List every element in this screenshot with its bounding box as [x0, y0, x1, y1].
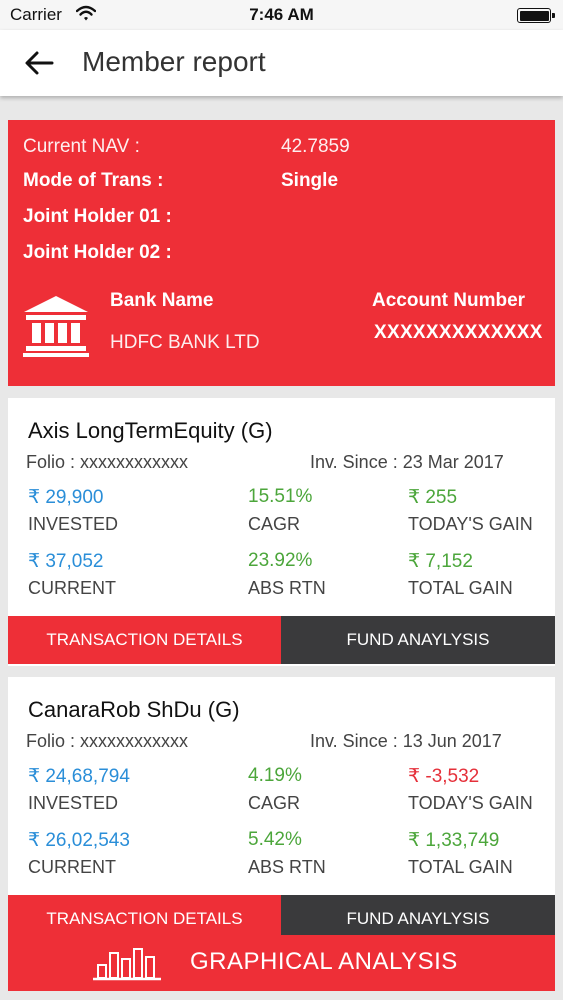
fund-analysis-button[interactable]: FUND ANAYLYSIS — [281, 616, 555, 664]
transaction-details-button[interactable]: TRANSACTION DETAILS — [8, 895, 281, 935]
abs-return-label: ABS RTN — [248, 857, 326, 877]
todays-gain-label: TODAY'S GAIN — [408, 514, 533, 534]
bar-chart-icon — [93, 948, 161, 981]
current-value: ₹ 26,02,543 — [28, 830, 130, 851]
transaction-details-button[interactable]: TRANSACTION DETAILS — [8, 616, 281, 664]
joint-holder-1-label: Joint Holder 01 : — [23, 206, 172, 227]
bank-icon — [23, 296, 89, 357]
member-summary-card: Current NAV : 42.7859 Mode of Trans : Si… — [8, 120, 555, 386]
abs-return-value: 23.92% — [248, 550, 313, 571]
cagr-label: CAGR — [248, 514, 301, 534]
graphical-analysis-button[interactable]: GRAPHICAL ANALYSIS — [8, 935, 555, 991]
fund-card: Axis LongTermEquity (G) Folio : xxxxxxxx… — [8, 398, 555, 666]
bank-name-label: Bank Name — [110, 290, 214, 311]
fund-analysis-button[interactable]: FUND ANAYLYSIS — [281, 895, 555, 935]
invested-label: INVESTED — [28, 514, 119, 534]
current-label: CURRENT — [28, 857, 116, 877]
fund-name: Axis LongTermEquity (G) — [28, 418, 273, 443]
folio-number: Folio : xxxxxxxxxxxx — [26, 452, 189, 472]
invested-label: INVESTED — [28, 793, 119, 813]
clock: 7:46 AM — [249, 5, 314, 24]
current-label: CURRENT — [28, 578, 116, 598]
graphical-analysis-label: GRAPHICAL ANALYSIS — [190, 948, 458, 975]
total-gain-label: TOTAL GAIN — [408, 578, 513, 598]
total-gain-label: TOTAL GAIN — [408, 857, 513, 877]
abs-return-label: ABS RTN — [248, 578, 326, 598]
todays-gain-value: ₹ -3,532 — [408, 766, 480, 787]
status-bar: Carrier 7:46 AM — [0, 0, 563, 30]
joint-holder-2-label: Joint Holder 02 : — [23, 242, 172, 263]
page-title: Member report — [82, 46, 266, 77]
cagr-value: 15.51% — [248, 486, 313, 507]
fund-card-actions: TRANSACTION DETAILS FUND ANAYLYSIS — [8, 895, 555, 935]
current-value: ₹ 37,052 — [28, 551, 104, 572]
invested-value: ₹ 24,68,794 — [28, 766, 130, 787]
bank-name-value: HDFC BANK LTD — [110, 332, 260, 353]
todays-gain-value: ₹ 255 — [408, 487, 458, 508]
nav-value: 42.7859 — [281, 136, 350, 157]
mode-label: Mode of Trans : — [23, 170, 164, 191]
total-gain-value: ₹ 7,152 — [408, 551, 473, 572]
investment-since: Inv. Since : 23 Mar 2017 — [310, 452, 504, 472]
todays-gain-label: TODAY'S GAIN — [408, 793, 533, 813]
mode-value: Single — [281, 170, 339, 191]
account-number-value: XXXXXXXXXXXXX — [374, 322, 543, 343]
cagr-label: CAGR — [248, 793, 301, 813]
abs-return-value: 5.42% — [248, 829, 302, 850]
fund-name: CanaraRob ShDu (G) — [28, 697, 240, 722]
account-number-label: Account Number — [372, 290, 526, 311]
nav-label: Current NAV : — [23, 136, 140, 157]
investment-since: Inv. Since : 13 Jun 2017 — [310, 731, 502, 751]
folio-number: Folio : xxxxxxxxxxxx — [26, 731, 189, 751]
cagr-value: 4.19% — [248, 765, 302, 786]
fund-card: CanaraRob ShDu (G) Folio : xxxxxxxxxxxx … — [8, 677, 555, 935]
back-arrow-icon[interactable] — [24, 50, 54, 76]
fund-card-actions: TRANSACTION DETAILS FUND ANAYLYSIS — [8, 616, 555, 664]
battery-icon — [517, 8, 555, 23]
app-bar: Member report — [0, 30, 563, 96]
invested-value: ₹ 29,900 — [28, 487, 104, 508]
total-gain-value: ₹ 1,33,749 — [408, 830, 500, 851]
